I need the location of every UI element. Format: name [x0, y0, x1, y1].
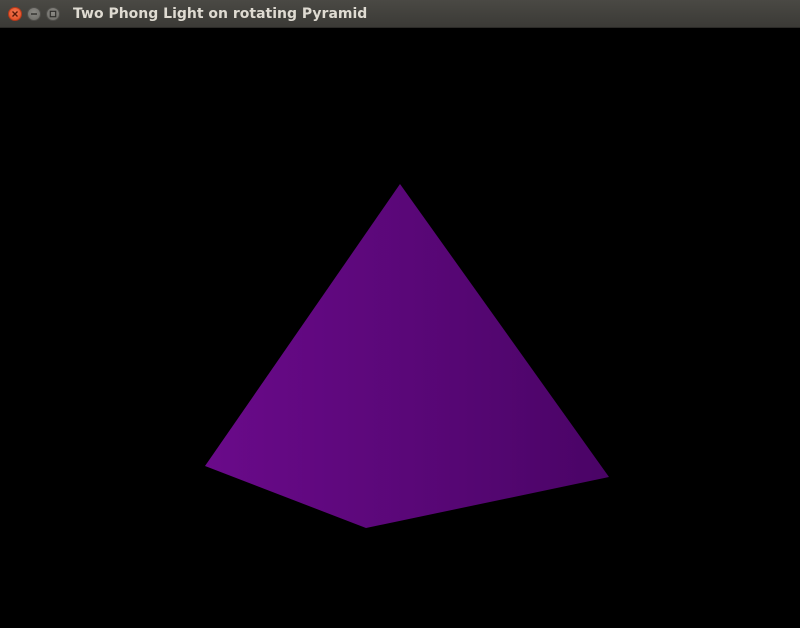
render-viewport[interactable]: [0, 28, 800, 628]
pyramid-canvas: [205, 184, 609, 528]
close-button[interactable]: [8, 7, 22, 21]
minimize-icon: [31, 13, 37, 15]
close-icon: [12, 11, 18, 17]
pyramid: [205, 184, 609, 528]
window-title: Two Phong Light on rotating Pyramid: [73, 6, 368, 22]
maximize-button[interactable]: [46, 7, 60, 21]
minimize-button[interactable]: [27, 7, 41, 21]
maximize-icon: [49, 10, 57, 18]
title-bar[interactable]: Two Phong Light on rotating Pyramid: [0, 0, 800, 28]
app-window: Two Phong Light on rotating Pyramid: [0, 0, 800, 628]
